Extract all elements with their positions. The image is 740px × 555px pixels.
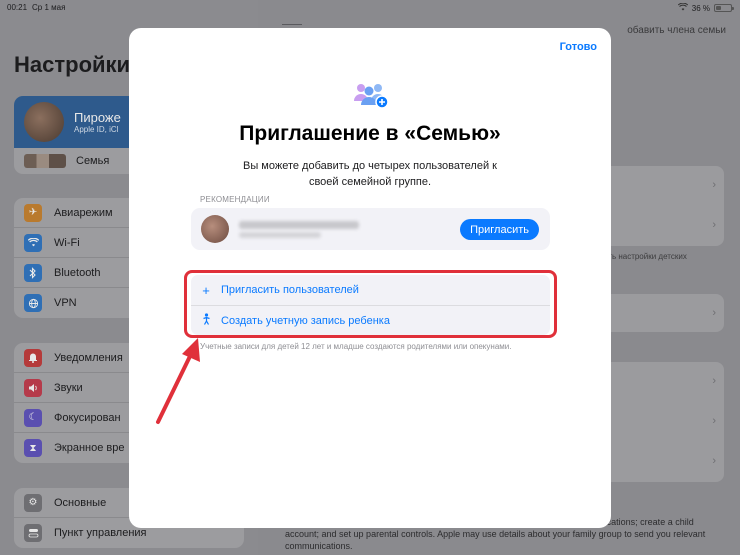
contact-subtitle-redacted — [239, 232, 321, 238]
hourglass-icon: ⧗ — [24, 439, 42, 457]
wifi-status-icon — [677, 2, 688, 13]
invite-options-list: + Пригласить пользователей Создать учетн… — [191, 275, 550, 335]
sidebar-item-label: Основные — [54, 496, 107, 509]
chevron-right-icon: › — [712, 307, 716, 319]
option-label: Создать учетную запись ребенка — [221, 314, 390, 327]
chevron-right-icon: › — [712, 455, 716, 467]
plus-icon: + — [202, 282, 210, 298]
recommendation-card: Пригласить — [191, 208, 550, 250]
chevron-right-icon: › — [712, 415, 716, 427]
family-icon — [354, 84, 389, 109]
profile-name: Пироже — [74, 110, 121, 125]
bell-icon — [24, 348, 42, 367]
sidebar-item-label: Семья — [76, 155, 110, 167]
sidebar-item-label: Bluetooth — [54, 266, 101, 279]
sidebar-item-label: VPN — [54, 297, 77, 309]
detail-side-note: ать настройки детских — [604, 252, 687, 261]
chevron-right-icon: › — [712, 179, 716, 191]
chevron-right-icon: › — [712, 375, 716, 387]
avatar — [24, 102, 64, 142]
sidebar-title: Настройки — [14, 52, 131, 77]
add-family-member-link[interactable]: обавить члена семьи — [627, 25, 726, 36]
sidebar-item-label: Wi-Fi — [54, 236, 80, 249]
wifi-icon — [24, 233, 42, 252]
status-date: Ср 1 мая — [32, 3, 66, 12]
invite-button[interactable]: Пригласить — [460, 219, 539, 240]
done-button[interactable]: Готово — [560, 41, 597, 53]
sidebar-item-label: Уведомления — [54, 351, 123, 364]
recommendations-label: РЕКОМЕНДАЦИИ — [200, 195, 270, 204]
sidebar-item-label: Авиарежим — [54, 206, 113, 219]
sheet-title: Приглашение в «Семью» — [239, 122, 501, 145]
sheet-description: Вы можете добавить до четырех пользовате… — [243, 160, 497, 188]
sidebar-item-label: Экранное вре — [54, 442, 125, 454]
sidebar-item-label: Фокусирован — [54, 411, 121, 424]
speaker-icon — [24, 378, 42, 397]
child-icon — [191, 313, 221, 328]
annotation-arrow — [156, 338, 200, 424]
battery-percent: 36 % — [691, 3, 710, 13]
contact-name-redacted — [239, 221, 359, 229]
create-child-account-option[interactable]: Создать учетную запись ребенка — [191, 305, 550, 335]
status-bar: 00:21 Ср 1 мая 36 % — [0, 0, 740, 16]
airplane-icon: ✈ — [24, 203, 42, 222]
invite-people-option[interactable]: + Пригласить пользователей — [191, 275, 550, 305]
toggles-icon — [24, 524, 42, 542]
globe-icon — [24, 294, 42, 312]
status-time: 00:21 — [7, 3, 28, 12]
child-accounts-note: Учетные записи для детей 12 лет и младше… — [200, 342, 512, 351]
avatar — [201, 215, 229, 243]
moon-icon: ☾ — [24, 408, 42, 427]
option-label: Пригласить пользователей — [221, 284, 359, 296]
family-avatars — [24, 154, 66, 168]
battery-icon — [714, 4, 734, 12]
family-invite-sheet: Готово Приглашение в «Семью» Вы можете д… — [129, 28, 611, 528]
status-right: 36 % — [677, 2, 734, 13]
sidebar-item-label: Звуки — [54, 381, 83, 394]
profile-subtitle: Apple ID, iCl — [74, 125, 119, 134]
bluetooth-icon — [24, 263, 42, 282]
gear-icon: ⚙ — [24, 493, 42, 512]
chevron-right-icon: › — [712, 219, 716, 231]
sidebar-item-label: Пункт управления — [54, 527, 147, 539]
